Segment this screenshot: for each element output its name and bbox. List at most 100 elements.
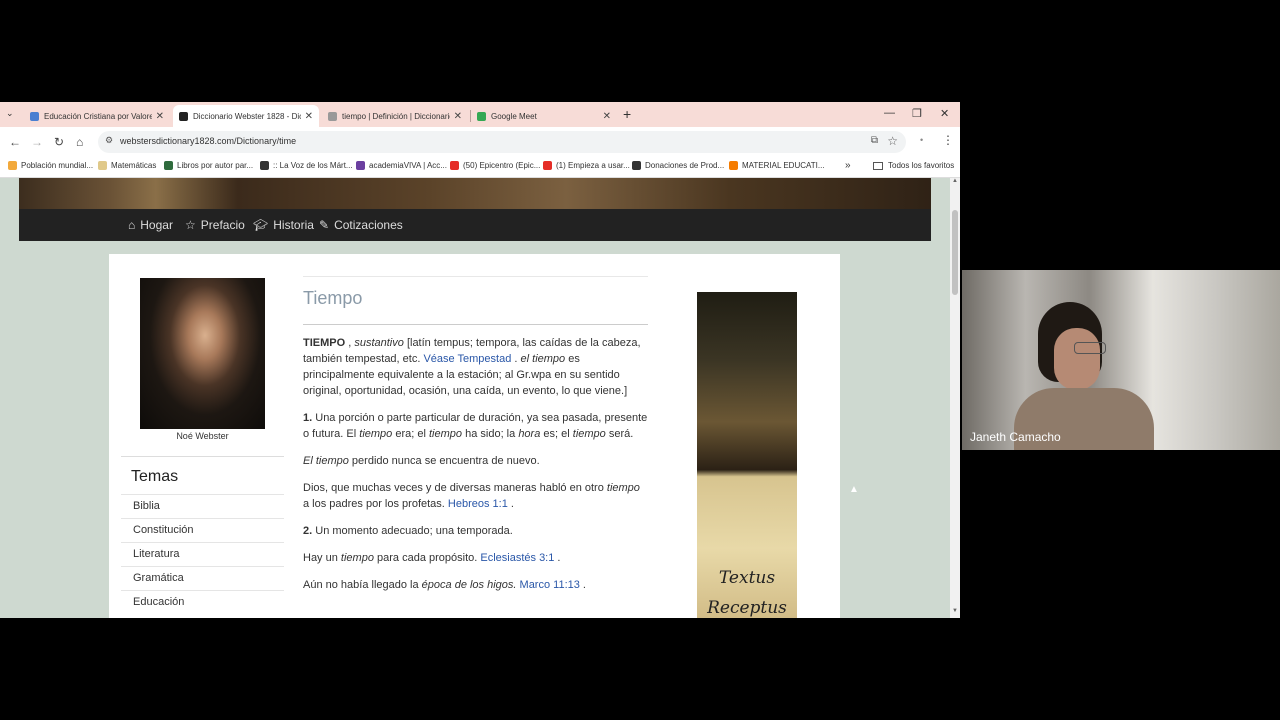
tab-search-icon[interactable]: ⌄ (6, 108, 14, 119)
marco-link[interactable]: Marco 11:13 (520, 579, 580, 591)
address-bar[interactable]: ⚙ webstersdictionary1828.com/Dictionary/… (98, 131, 906, 153)
pin-icon: ✎ (319, 218, 330, 232)
youtube-icon (450, 161, 459, 170)
nav-cotizaciones[interactable]: ✎ Cotizaciones (319, 218, 403, 232)
home-button-icon[interactable]: ⌂ (76, 135, 83, 149)
hebreos-link[interactable]: Hebreos 1:1 (448, 498, 508, 510)
bookmark-item[interactable]: MATERIAL EDUCATI... (729, 161, 825, 170)
scroll-up-icon[interactable]: ▲ (952, 178, 958, 184)
nav-hogar[interactable]: ⌂ Hogar (128, 218, 173, 232)
nav-prefacio[interactable]: ☆ Prefacio (185, 218, 245, 232)
bookmark-item[interactable]: :: La Voz de los Márt... (260, 161, 353, 170)
see-tempestad-link[interactable]: Véase Tempestad (423, 353, 511, 365)
definition-text: es; el (543, 428, 570, 440)
example-text: Hay un (303, 552, 338, 564)
definition-1: 1. Una porción o parte particular de dur… (303, 410, 648, 442)
portrait-caption: Noé Webster (176, 431, 229, 441)
close-tab-icon[interactable]: ✕ (305, 111, 313, 122)
bookmark-item[interactable]: Población mundial... (8, 161, 93, 170)
all-bookmarks-label: Todos los favoritos (888, 161, 955, 170)
back-icon[interactable]: ← (9, 135, 21, 149)
divider (303, 276, 648, 277)
tab-title: Educación Cristiana por Valores (44, 111, 152, 121)
topic-biblia[interactable]: Biblia (121, 494, 284, 518)
textus-receptus-ad[interactable]: Textus Receptus (697, 292, 797, 618)
topic-gramatica[interactable]: Gramática (121, 566, 284, 590)
mouse-cursor-icon: ▲ (849, 484, 859, 495)
definition-text: era; el (395, 428, 426, 440)
nav-historia[interactable]: 🎓︎ Historia (253, 218, 314, 232)
page-scrollbar[interactable]: ▲ ▼ (950, 178, 960, 618)
bookmark-item[interactable]: academiaVIVA | Acc... (356, 161, 447, 170)
dictionary-entry: Tiempo TIEMPO , sustantivo [latín tempus… (303, 276, 648, 604)
webster-portrait (140, 278, 265, 429)
more-bookmarks-icon[interactable]: » (845, 160, 851, 171)
bookmark-favicon-icon (729, 161, 738, 170)
bookmarks-bar: Población mundial... Matemáticas Libros … (0, 157, 960, 178)
scroll-down-icon[interactable]: ▼ (952, 608, 958, 614)
bookmark-item[interactable]: Donaciones de Prod... (632, 161, 724, 170)
example-2: Dios, que muchas veces y de diversas man… (303, 480, 648, 512)
nav-label: Hogar (140, 218, 173, 232)
bookmark-item[interactable]: Libros por autor par... (164, 161, 253, 170)
browser-toolbar: ← → ↻ ⌂ ⚙ webstersdictionary1828.com/Dic… (0, 127, 960, 157)
new-tab-icon[interactable]: + (623, 106, 631, 122)
headword: TIEMPO (303, 337, 346, 349)
bookmark-favicon-icon (98, 161, 107, 170)
browser-menu-icon[interactable]: ⋮ (942, 133, 954, 147)
tab-diccionario-webster[interactable]: Diccionario Webster 1828 - Dic ✕ (173, 105, 319, 127)
meet-favicon-icon (477, 111, 486, 121)
definition-text: ha sido; la (465, 428, 516, 440)
example-text: Aún no había llegado la (303, 579, 419, 591)
bookmark-favicon-icon (8, 161, 17, 170)
close-tab-icon[interactable]: ✕ (454, 111, 462, 122)
scroll-thumb[interactable] (952, 210, 958, 295)
topic-constitucion[interactable]: Constitución (121, 518, 284, 542)
entry-title: Tiempo (303, 288, 363, 308)
tab-title: Diccionario Webster 1828 - Dic (193, 111, 301, 121)
site-info-icon[interactable]: ⚙ (105, 135, 113, 146)
tab-google-meet[interactable]: Google Meet ✕ (471, 105, 617, 127)
definition-text: será. (608, 428, 634, 440)
forward-icon[interactable]: → (31, 135, 43, 149)
eclesiastes-link[interactable]: Eclesiastés 3:1 (480, 552, 554, 564)
bookmark-label: MATERIAL EDUCATI... (742, 161, 825, 170)
topic-educacion[interactable]: Educación (121, 590, 284, 614)
tab-strip: ⌄ Educación Cristiana por Valores ✕ Dicc… (0, 102, 960, 127)
tab-title: tiempo | Definición | Diccionario (342, 111, 450, 121)
example-text: . (510, 498, 514, 510)
example-em: tiempo (606, 482, 640, 494)
topics-title: Temas (131, 468, 179, 485)
translate-icon[interactable]: ⧉ (871, 135, 878, 146)
close-tab-icon[interactable]: ✕ (603, 111, 611, 122)
tab-title: Google Meet (491, 111, 537, 121)
tab-tiempo-definicion[interactable]: tiempo | Definición | Diccionario ✕ (322, 105, 468, 127)
url-text[interactable]: webstersdictionary1828.com/Dictionary/ti… (120, 136, 296, 146)
bookmark-item[interactable]: Matemáticas (98, 161, 156, 170)
tab-educacion-cristiana[interactable]: Educación Cristiana por Valores ✕ (24, 105, 170, 127)
folder-icon (873, 161, 883, 170)
bookmark-item[interactable]: (50) Epicentro (Epic... (450, 161, 540, 170)
all-bookmarks-folder[interactable]: Todos los favoritos (873, 161, 954, 170)
profile-icon[interactable]: • (920, 135, 923, 145)
topic-literatura[interactable]: Literatura (121, 542, 284, 566)
close-tab-icon[interactable]: ✕ (156, 111, 164, 122)
bookmark-star-icon[interactable]: ☆ (887, 134, 898, 148)
entry-etymology: TIEMPO , sustantivo [latín tempus; tempo… (303, 337, 641, 397)
browser-window: ⌄ Educación Cristiana por Valores ✕ Dicc… (0, 102, 960, 618)
site-nav-bar: ⌂ Hogar ☆ Prefacio 🎓︎ Historia ✎ Cotizacione… (19, 209, 931, 241)
definition-2: 2. Un momento adecuado; una temporada. (303, 523, 648, 539)
example-text: a los padres por los profetas. (303, 498, 445, 510)
reload-icon[interactable]: ↻ (54, 135, 64, 149)
topics-list: Biblia Constitución Literatura Gramática… (121, 494, 284, 614)
bookmark-label: Matemáticas (111, 161, 157, 170)
restore-icon[interactable]: ❐ (912, 107, 922, 120)
example-em: época de los higos. (421, 579, 517, 591)
site-favicon-icon (328, 111, 337, 121)
ad-text: Textus (718, 568, 776, 588)
bookmark-item[interactable]: (1) Empieza a usar... (543, 161, 630, 170)
close-window-icon[interactable]: ✕ (940, 107, 949, 120)
youtube-icon (543, 161, 552, 170)
bookmark-favicon-icon (260, 161, 269, 170)
minimize-icon[interactable]: — (884, 107, 895, 119)
